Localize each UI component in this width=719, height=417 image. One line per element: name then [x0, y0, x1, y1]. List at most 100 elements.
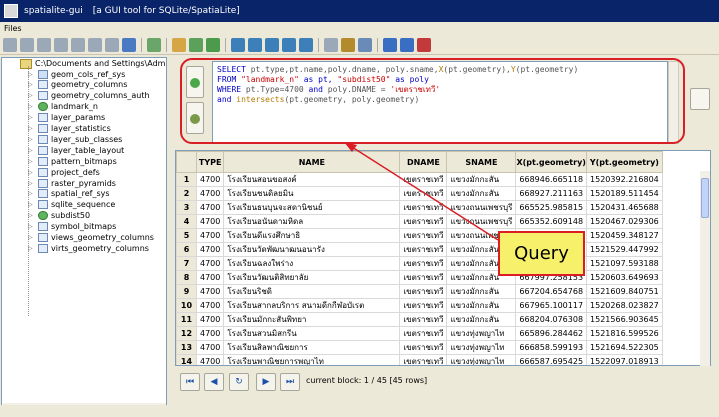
table-cell[interactable]: เขตราชเทวี — [399, 214, 448, 229]
db-tree[interactable]: C:\Documents and Settings\Adminis ▷ geom_… — [1, 57, 167, 415]
expand-icon[interactable]: ▷ — [28, 81, 34, 88]
tree-item[interactable]: ▷ pattern_bitmaps — [28, 156, 117, 166]
column-header[interactable]: Y(pt.geometry) — [586, 151, 663, 173]
exif-icon[interactable] — [341, 37, 355, 52]
tree-item[interactable]: ▷ layer_statistics — [28, 124, 111, 134]
row-number-cell[interactable]: 10 — [176, 298, 197, 313]
table-cell[interactable]: 4700 — [195, 340, 225, 355]
result-grid[interactable]: TYPE NAME DNAME SNAME X(pt.geometry) Y(p… — [175, 150, 711, 366]
table-cell[interactable]: เขตราชเทวี — [399, 298, 448, 313]
table-row[interactable]: 3 4700 โรงเรียนธนบุนจะสดานิชนย์ เขตราชเทวีแ… — [176, 200, 663, 215]
table-cell[interactable]: 667204.654768 — [515, 284, 588, 299]
tree-item[interactable]: ▷ views_geometry_columns — [28, 233, 154, 243]
save-db-icon[interactable] — [71, 37, 85, 52]
table-cell[interactable]: 668946.665118 — [515, 172, 588, 187]
csv-icon[interactable] — [172, 37, 186, 52]
row-number-cell[interactable]: 3 — [176, 200, 197, 215]
load-shp-icon[interactable] — [147, 37, 161, 52]
table-cell[interactable]: โรงเรียนมักกะสันพิทยา — [223, 312, 401, 327]
tree-item[interactable]: ▷ raster_pyramids — [28, 178, 116, 188]
table-cell[interactable]: โรงเรียนชนดิลยมิน — [223, 186, 401, 201]
table-cell[interactable]: 668927.211163 — [515, 186, 588, 201]
expand-icon[interactable]: ▷ — [28, 114, 34, 121]
table-cell[interactable]: โรงเรียนวัฒนติสิทยาลัย — [223, 270, 401, 285]
table-cell[interactable]: แขวงทุ่งพญาไท — [446, 326, 517, 341]
table-cell[interactable]: 1520459.348127 — [586, 228, 663, 243]
row-number-cell[interactable]: 6 — [176, 242, 197, 257]
table-row[interactable]: 11 4700 โรงเรียนมักกะสันพิทยา เขตราชเทวี แขว… — [176, 312, 663, 327]
column-header[interactable]: SNAME — [446, 151, 517, 173]
script-icon[interactable] — [122, 37, 136, 52]
create-db-icon[interactable] — [37, 37, 51, 52]
table-cell[interactable]: เขตราชเทวี — [399, 242, 448, 257]
row-number-cell[interactable]: 5 — [176, 228, 197, 243]
table-cell[interactable]: เขตราชเทวี — [399, 270, 448, 285]
row-number-cell[interactable]: 14 — [176, 354, 197, 365]
table-cell[interactable]: 1520467.029306 — [586, 214, 663, 229]
expand-icon[interactable]: ▷ — [28, 212, 34, 219]
table-cell[interactable]: 667965.100117 — [515, 298, 588, 313]
table-cell[interactable]: โรงเรียนพาณิชยการพญาไท — [223, 354, 401, 365]
table-cell[interactable]: 1521529.447992 — [586, 242, 663, 257]
table-row[interactable]: 2 4700 โรงเรียนชนดิลยมิน เขตราชเทวี แขวงมักก… — [176, 186, 663, 201]
table-cell[interactable]: 4700 — [195, 228, 225, 243]
expand-icon[interactable]: ▷ — [28, 169, 34, 176]
table-row[interactable]: 5 4700 โรงเรียนดีแรงศึกษาธิ เขตราชเทวี แขวงถ… — [176, 228, 663, 243]
expand-icon[interactable]: ▷ — [28, 92, 34, 99]
row-number-cell[interactable]: 7 — [176, 256, 197, 271]
table-cell[interactable]: เขตราชเทวี — [399, 326, 448, 341]
table-cell[interactable]: เขตราชเทวี — [399, 284, 448, 299]
table-cell[interactable]: 1520392.216804 — [586, 172, 663, 187]
tree-item[interactable]: ▷ project_defs — [28, 167, 100, 177]
table-cell[interactable]: โรงเรียนดีแรงศึกษาธิ — [223, 228, 401, 243]
tree-item[interactable]: ▷ symbol_bitmaps — [28, 222, 116, 232]
table-cell[interactable]: 1521816.599526 — [586, 326, 663, 341]
tree-item[interactable]: ▷ subdist50 — [28, 211, 90, 221]
exit-icon[interactable] — [417, 37, 431, 52]
tree-item[interactable]: ▷ layer_params — [28, 113, 105, 123]
table-cell[interactable]: แขวงมักกะสัน — [446, 298, 517, 313]
load-txt-icon[interactable] — [231, 37, 245, 52]
table-cell[interactable]: 4700 — [195, 298, 225, 313]
table-cell[interactable]: แขวงถนนเพชรบุรี — [446, 214, 517, 229]
table-cell[interactable]: 1520268.023827 — [586, 298, 663, 313]
table-cell[interactable]: 1520603.649693 — [586, 270, 663, 285]
tree-item[interactable]: ▷ virts_geometry_columns — [28, 243, 149, 253]
charset-icon[interactable] — [383, 37, 397, 52]
vacuum-icon[interactable] — [105, 37, 119, 52]
refresh-button[interactable]: ↻ — [229, 373, 249, 391]
tree-item[interactable]: ▷ layer_table_layout — [28, 145, 124, 155]
table-row[interactable]: 12 4700 โรงเรียนสวนมิสกรีน เขตราชเทวี แขวงทุ… — [176, 326, 663, 341]
table-row[interactable]: 10 4700 โรงเรียนสากลบริการ สนามดีกกีฬอบัเร… — [176, 298, 663, 313]
table-cell[interactable]: 1521566.903645 — [586, 312, 663, 327]
table-cell[interactable]: 1521694.522305 — [586, 340, 663, 355]
table-cell[interactable]: 4700 — [195, 172, 225, 187]
dump-dbf-icon[interactable] — [299, 37, 313, 52]
expand-icon[interactable]: ▷ — [28, 125, 34, 132]
table-cell[interactable]: เขตราชเทวี — [399, 200, 448, 215]
row-number-cell[interactable]: 13 — [176, 340, 197, 355]
load-dbf-icon[interactable] — [248, 37, 262, 52]
row-number-cell[interactable]: 1 — [176, 172, 197, 187]
table-cell[interactable]: โรงเรียนธนบุนจะสดานิชนย์ — [223, 200, 401, 215]
table-cell[interactable]: 4700 — [195, 200, 225, 215]
table-cell[interactable]: 4700 — [195, 242, 225, 257]
network-icon[interactable] — [324, 37, 338, 52]
table-cell[interactable]: 4700 — [195, 326, 225, 341]
first-block-button[interactable]: ⏮ — [180, 373, 200, 391]
table-cell[interactable]: แขวงถนนเพชรบุรี — [446, 200, 517, 215]
expand-icon[interactable]: ▷ — [28, 147, 34, 154]
table-cell[interactable]: เขตราชเทวี — [399, 228, 448, 243]
column-header[interactable]: DNAME — [399, 151, 448, 173]
expand-icon[interactable]: ▷ — [28, 234, 34, 241]
table-row[interactable]: 14 4700 โรงเรียนพาณิชยการพญาไท เขตราชเทวี แข… — [176, 354, 663, 365]
menu-files[interactable]: Files — [4, 24, 22, 33]
help-icon[interactable] — [400, 37, 414, 52]
sql-run-right-button[interactable] — [690, 88, 710, 110]
tree-item[interactable]: ▷ spatial_ref_sys — [28, 189, 110, 199]
table-cell[interactable]: 4700 — [195, 284, 225, 299]
table-cell[interactable]: เขตราชเทวี — [399, 340, 448, 355]
row-number-cell[interactable]: 9 — [176, 284, 197, 299]
table-cell[interactable]: 665352.609148 — [515, 214, 588, 229]
table-cell[interactable]: 668204.076308 — [515, 312, 588, 327]
